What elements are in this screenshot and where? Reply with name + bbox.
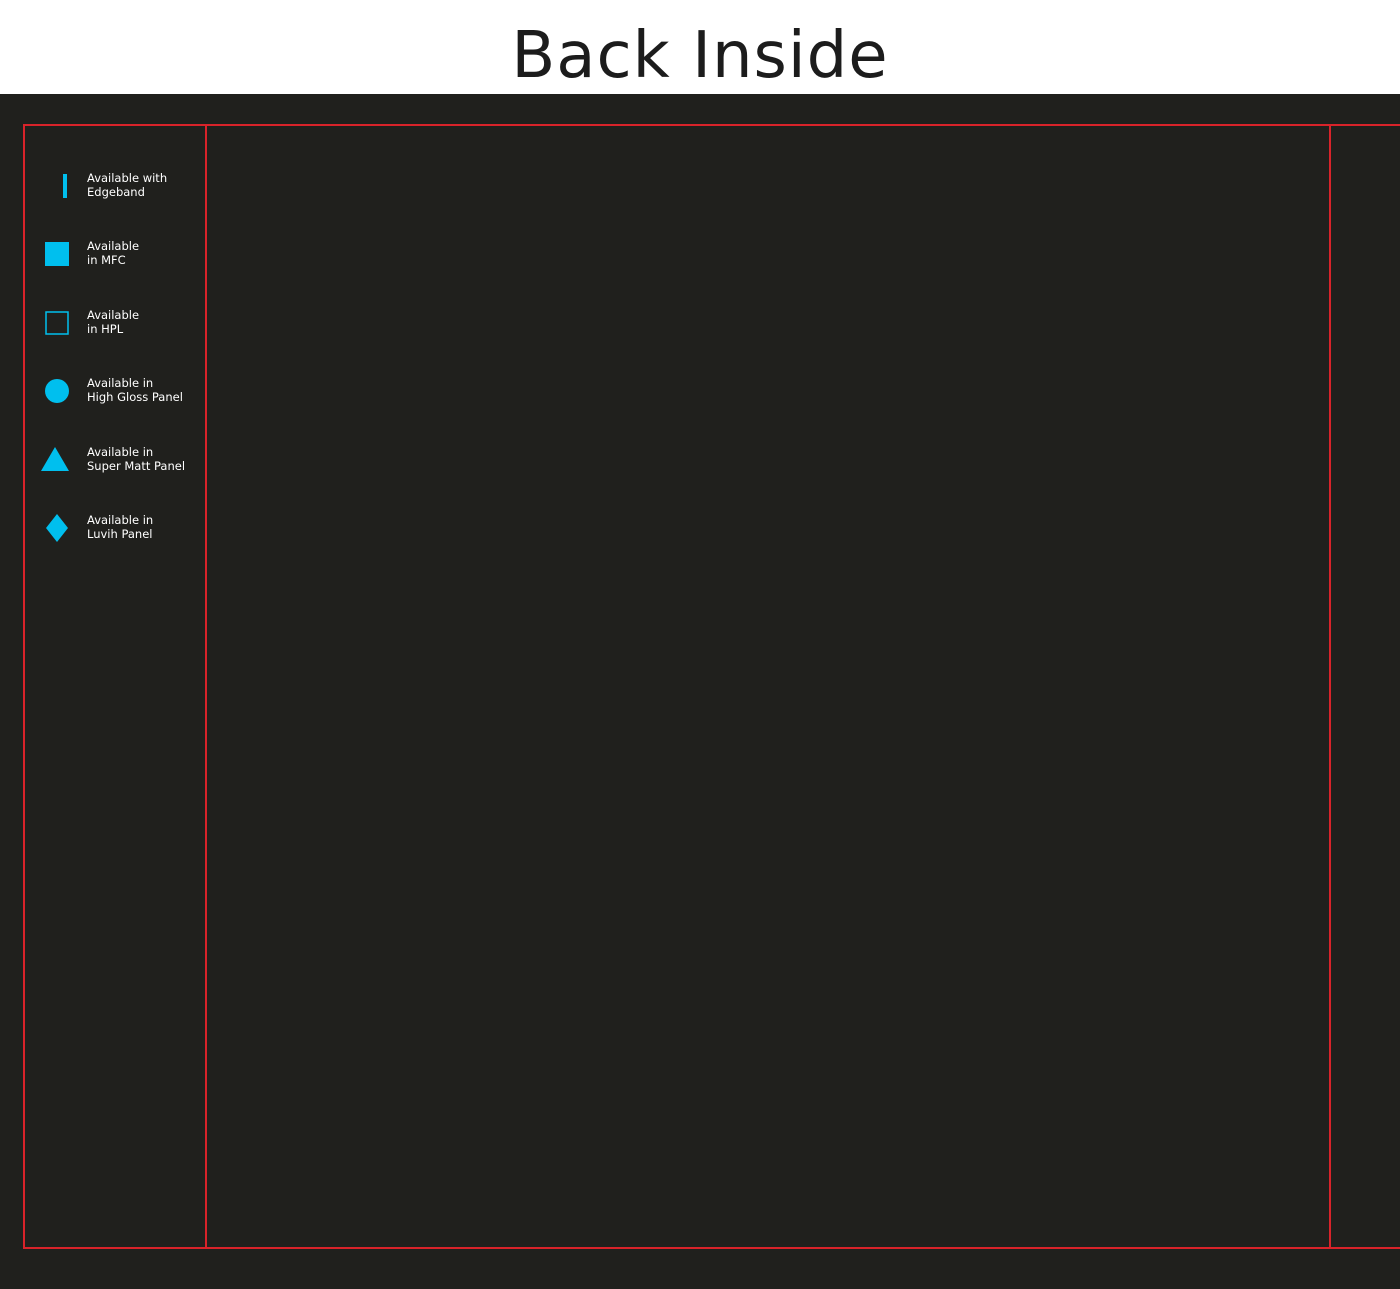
legend-label: Available in Luvih Panel <box>87 513 154 541</box>
filled-triangle-icon <box>39 442 75 478</box>
legend-item-edgeband: Available with Edgeband <box>25 168 205 214</box>
filled-square-icon <box>39 236 75 272</box>
legend-item-mfc: Available in MFC <box>25 236 205 282</box>
filled-circle-icon <box>39 373 75 409</box>
guide-line-legend-divider <box>205 124 207 1249</box>
legend-label: Available in HPL <box>87 308 140 336</box>
legend-item-super-matt: Available in Super Matt Panel <box>25 442 205 488</box>
legend-item-high-gloss: Available in High Gloss Panel <box>25 373 205 419</box>
title-bar: Back Inside <box>0 0 1400 94</box>
filled-diamond-icon <box>39 510 75 546</box>
dark-panel: Available with Edgeband Available in MFC… <box>0 94 1400 1289</box>
guide-line-left <box>23 124 25 1249</box>
legend-item-luvih: Available in Luvih Panel <box>25 510 205 556</box>
legend-label: Available with Edgeband <box>87 171 168 199</box>
legend-label: Available in MFC <box>87 239 140 267</box>
outline-square-icon <box>39 305 75 341</box>
guide-line-bottom <box>23 1247 1400 1249</box>
legend-item-hpl: Available in HPL <box>25 305 205 351</box>
edgeband-bar-icon <box>39 168 75 204</box>
page-title: Back Inside <box>511 19 889 93</box>
legend-label: Available in Super Matt Panel <box>87 445 186 473</box>
guide-line-top <box>23 124 1400 126</box>
guide-line-right <box>1329 124 1331 1249</box>
legend-label: Available in High Gloss Panel <box>87 376 183 404</box>
